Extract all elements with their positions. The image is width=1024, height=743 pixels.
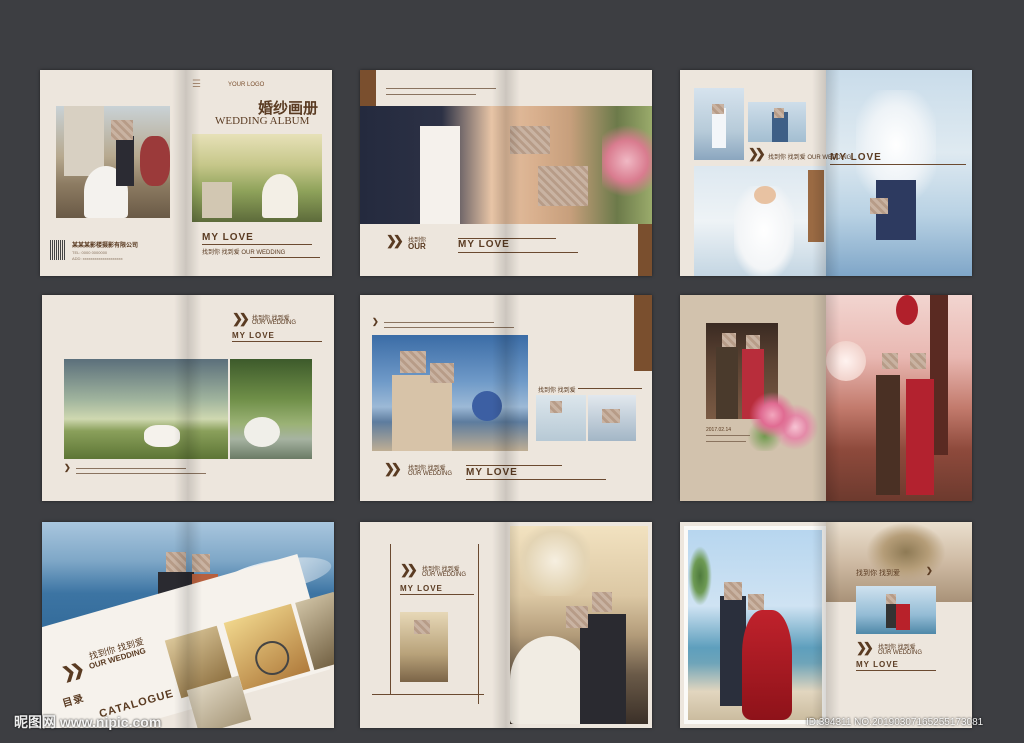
photo-forest-river: [230, 359, 312, 459]
photo-couple-curtain: [510, 526, 648, 724]
divider: [372, 694, 484, 695]
divider: [202, 244, 312, 245]
id-watermark: ID:394311 NO:20190307165255173081: [806, 717, 984, 728]
flower-decoration: [742, 391, 818, 451]
divider: [386, 88, 496, 89]
photo-small-2: [588, 395, 636, 441]
logo-text: YOUR LOGO: [228, 82, 265, 88]
album-spread-kiss[interactable]: ❯❯ 找到你 OUR MY LOVE: [360, 70, 652, 276]
chevron-right-icon: ❯: [926, 566, 932, 575]
photo-chinese-wedding: [826, 295, 972, 501]
logo-mark: ☰: [192, 79, 202, 90]
divider: [400, 594, 474, 595]
tag-en: OUR WEDDING: [408, 471, 452, 477]
album-spread-chinese[interactable]: 2017.02.14: [680, 295, 972, 501]
photo-small-beach: [856, 586, 936, 634]
accent-bar: [638, 224, 652, 276]
accent-bar: [808, 170, 824, 242]
my-love-heading: MY LOVE: [400, 584, 443, 593]
photo-small-1: [536, 395, 586, 441]
my-love-heading: MY LOVE: [458, 239, 510, 250]
photo-couple-beach: [372, 335, 528, 451]
album-spread-red-gown[interactable]: 找到你 找到爱 ❯ ❯❯ 找到你 找到爱 OUR WEDDING MY LOVE: [680, 522, 972, 728]
my-love-heading: MY LOVE: [856, 660, 899, 669]
contact-line-1: TEL: 0000 0000000: [72, 250, 108, 255]
tag-en: OUR WEDDING: [878, 650, 922, 656]
divider: [856, 670, 936, 671]
my-love-heading: MY LOVE: [202, 232, 254, 243]
divider: [458, 238, 556, 239]
photo-couple-window: [400, 612, 448, 682]
tag-cn-top: 找到你 找到爱: [856, 570, 900, 577]
divider: [250, 257, 320, 258]
chevron-right-icon: ❯❯: [232, 311, 250, 326]
album-spread-cover[interactable]: YOUR LOGO ☰ 婚纱画册 WEDDING ALBUM 某某某影楼摄影有限…: [40, 70, 332, 276]
tag-our: OUR: [408, 242, 426, 251]
divider: [386, 94, 476, 95]
chevron-right-icon: ❯❯: [400, 562, 418, 577]
divider: [830, 164, 966, 165]
album-spread-beach[interactable]: ❯ 找到你 找到爱 ❯❯ 找到你 找到爱 OUR WEDDING MY LOVE: [360, 295, 652, 501]
date-text: 2017.02.14: [706, 427, 732, 433]
photo-bride-veil: [694, 166, 826, 276]
photo-bride-small-1: [694, 88, 744, 160]
chevron-right-icon: ❯: [372, 317, 378, 326]
divider: [466, 465, 562, 466]
photo-groom-small: [748, 102, 806, 142]
site-watermark: 昵图网 www.nipic.com: [14, 714, 162, 730]
chevron-right-icon: ❯❯: [748, 146, 766, 161]
photo-veil-right: [826, 70, 972, 276]
contact-line-2: ADD: xxxxxxxxxxxxxxxxxxxx: [72, 256, 123, 261]
album-spread-curtain[interactable]: ❯❯ 找到你 找到爱 OUR WEDDING MY LOVE: [360, 522, 652, 728]
chevron-right-icon: ❯❯: [856, 640, 874, 655]
company-name: 某某某影楼摄影有限公司: [72, 243, 139, 249]
tag-en: OUR WEDDING: [422, 572, 466, 578]
divider: [76, 468, 186, 469]
accent-bar: [634, 295, 652, 371]
barcode-block: [50, 240, 66, 260]
album-title-en: WEDDING ALBUM: [215, 115, 310, 127]
divider: [390, 544, 391, 694]
divider: [466, 479, 606, 480]
divider: [76, 473, 206, 474]
divider: [458, 252, 578, 253]
photo-couple-red-gown: [684, 526, 826, 724]
divider: [706, 441, 746, 442]
my-love-heading: MY LOVE: [830, 152, 882, 163]
photo-couple-building: [56, 106, 170, 218]
right-tag: 找到你 找到爱: [538, 388, 576, 394]
wedding-subline: 找到你 找到爱 OUR WEDDING: [202, 250, 286, 256]
album-spread-catalogue[interactable]: ❯❯ 找到你 找到爱 OUR WEDDING 目录 CATALOGUE: [42, 522, 334, 728]
chevron-right-icon: ❯❯: [384, 461, 402, 476]
divider: [578, 388, 642, 389]
divider: [478, 544, 479, 704]
photo-couple-garden: [192, 134, 322, 222]
photo-couple-kiss: [360, 106, 652, 224]
tag-en: OUR WEDDING: [252, 320, 296, 326]
divider: [706, 435, 750, 436]
photo-field-sky: [64, 359, 228, 459]
divider: [384, 322, 494, 323]
chevron-right-icon: ❯❯: [386, 233, 404, 248]
album-spread-landscape[interactable]: ❯❯ 找到你 找到爱 OUR WEDDING MY LOVE ❯: [42, 295, 334, 501]
divider: [384, 327, 514, 328]
my-love-heading: MY LOVE: [466, 467, 518, 478]
album-spread-veil[interactable]: ❯❯ 找到你 找到爱 OUR WEDDING MY LOVE: [680, 70, 972, 276]
accent-bar: [360, 70, 376, 106]
divider: [232, 341, 322, 342]
chevron-right-icon: ❯: [64, 463, 70, 472]
my-love-heading: MY LOVE: [232, 331, 275, 340]
